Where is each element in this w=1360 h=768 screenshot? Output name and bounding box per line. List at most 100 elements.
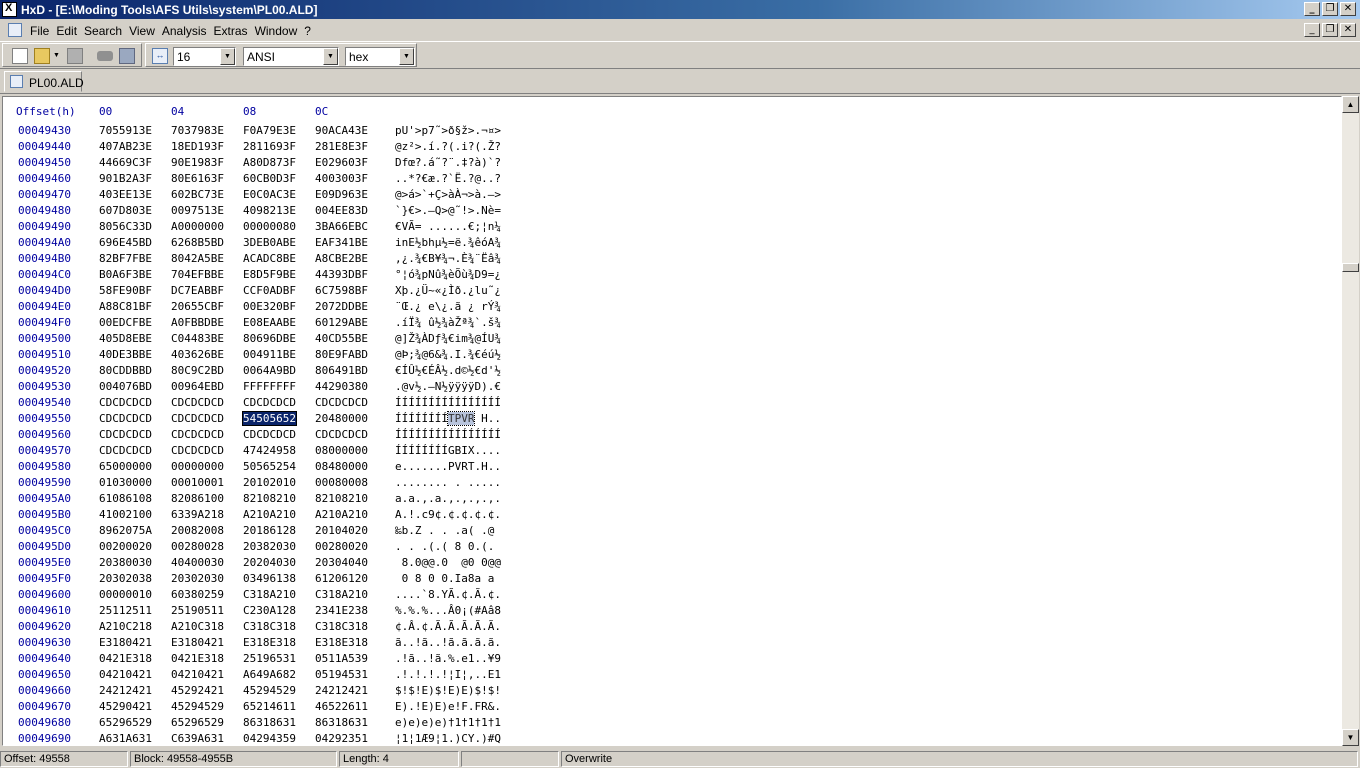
hex-row[interactable]: 00049590 01030000 00010001 20102010 00080008… [3, 476, 1341, 492]
ascii-text[interactable]: @>á>`+Ç>àÀ¬>à.–> [395, 188, 501, 201]
ascii-text[interactable]: `}€>.—Q>@˜!>.Nè= [395, 204, 501, 217]
hex-group[interactable]: 696E45BD [99, 236, 152, 249]
hex-row[interactable]: 000495C0 8962075A 20082008 20186128 20104020… [3, 524, 1341, 540]
open-dropdown-chevron-icon[interactable]: ▼ [53, 48, 61, 64]
scroll-thumb[interactable] [1342, 263, 1359, 272]
hex-group[interactable]: CDCDCDCD [315, 428, 368, 441]
title-bar[interactable]: HxD - [E:\Moding Tools\AFS Utils\system\… [0, 0, 1360, 19]
bytes-per-row-select[interactable]: 16 ▼ [173, 47, 236, 66]
hex-group[interactable]: C639A631 [171, 732, 224, 745]
hex-row[interactable]: 00049570 CDCDCDCD CDCDCDCD 47424958 08000000… [3, 444, 1341, 460]
hex-row[interactable]: 00049430 7055913E 7037983E F0A79E3E 90ACA43E… [3, 124, 1341, 140]
hex-group[interactable]: 40CD55BE [315, 332, 368, 345]
hex-group[interactable]: 405D8EBE [99, 332, 152, 345]
hex-row[interactable]: 000495B0 41002100 6339A218 A210A210 A210A210… [3, 508, 1341, 524]
hex-row[interactable]: 000494D0 58FE90BF DC7EABBF CCF0ADBF 6C7598BF… [3, 284, 1341, 300]
hex-group[interactable]: 6339A218 [171, 508, 224, 521]
hex-group[interactable]: 00200020 [99, 540, 152, 553]
hex-group[interactable]: 04292351 [315, 732, 368, 745]
chevron-down-icon[interactable]: ▼ [323, 48, 338, 65]
hex-group[interactable]: E318E318 [243, 636, 296, 649]
hex-group[interactable]: 004911BE [243, 348, 296, 361]
hex-group[interactable]: 44669C3F [99, 156, 152, 169]
ascii-text[interactable]: °¦ó¾pNû¾èÕù¾D9=¿ [395, 268, 501, 281]
chevron-down-icon[interactable]: ▼ [399, 48, 414, 65]
hex-group[interactable]: CDCDCDCD [171, 428, 224, 441]
hex-group[interactable]: 45292421 [171, 684, 224, 697]
hex-group[interactable]: 18ED193F [171, 140, 224, 153]
hex-group[interactable]: CDCDCDCD [171, 396, 224, 409]
hex-group[interactable]: 20380030 [99, 556, 152, 569]
ascii-text[interactable]: e)e)e)e)†1†1†1†1 [395, 716, 501, 729]
minimize-button[interactable]: _ [1304, 2, 1320, 16]
menu-edit[interactable]: Edit [56, 24, 84, 38]
ascii-text[interactable]: ¢.Â.¢.Ã.Ã.Ã.Ã.Ã. [395, 620, 501, 633]
ascii-text[interactable]: ã..!ã..!ã.ã.ã.ã. [395, 636, 501, 649]
hex-group[interactable]: C230A128 [243, 604, 296, 617]
document-icon[interactable] [8, 23, 22, 37]
hex-group[interactable]: 41002100 [99, 508, 152, 521]
hex-group[interactable]: 24212421 [315, 684, 368, 697]
hex-group[interactable]: FFFFFFFF [243, 380, 296, 393]
hex-group[interactable]: E3180421 [171, 636, 224, 649]
ascii-text[interactable]: Xþ.¿Ü~«¿Ìð.¿lu˜¿ [395, 284, 501, 297]
hex-group[interactable]: 00E320BF [243, 300, 296, 313]
hex-group[interactable]: A210A210 [315, 508, 368, 521]
ascii-text[interactable]: ÍÍÍÍÍÍÍÍTPVR H.. [395, 411, 501, 426]
hex-group[interactable]: E08EAABE [243, 316, 296, 329]
offset-base-select[interactable]: hex ▼ [345, 47, 415, 66]
hex-group[interactable]: A88C81BF [99, 300, 152, 313]
hex-group[interactable]: 82108210 [315, 492, 368, 505]
menu-view[interactable]: View [129, 24, 162, 38]
hex-group[interactable]: 7055913E [99, 124, 152, 137]
hex-group[interactable]: B0A6F3BE [99, 268, 152, 281]
hex-group[interactable]: 6C7598BF [315, 284, 368, 297]
hex-group[interactable]: 45294529 [243, 684, 296, 697]
hex-group[interactable]: 80CDDBBD [99, 364, 152, 377]
ascii-text[interactable]: €ÍÛ½€ÉÂ½.d©½€d'½ [395, 364, 501, 377]
ascii-text[interactable]: ÍÍÍÍÍÍÍÍÍÍÍÍÍÍÍÍ [395, 396, 501, 409]
hex-group[interactable]: C318C318 [315, 620, 368, 633]
hex-group[interactable]: A649A682 [243, 668, 296, 681]
hex-row[interactable]: 00049470 403EE13E 602BC73E E0C0AC3E E09D963E… [3, 188, 1341, 204]
hex-group[interactable]: 65214611 [243, 700, 296, 713]
hex-group[interactable]: 82086100 [171, 492, 224, 505]
hex-row[interactable]: 000495D0 00200020 00280028 20382030 00280020… [3, 540, 1341, 556]
tab-pl00-ald[interactable]: PL00.ALD [4, 71, 84, 92]
hex-group[interactable]: 407AB23E [99, 140, 152, 153]
hex-group[interactable]: 8962075A [99, 524, 152, 537]
hex-group[interactable]: CDCDCDCD [171, 444, 224, 457]
hex-group[interactable]: 0421E318 [99, 652, 152, 665]
hex-group[interactable]: 03496138 [243, 572, 296, 585]
hex-group[interactable]: 4098213E [243, 204, 296, 217]
hex-group[interactable]: 00000080 [243, 220, 296, 233]
hex-row[interactable]: 00049650 04210421 04210421 A649A682 05194531… [3, 668, 1341, 684]
hex-row[interactable]: 00049510 40DE3BBE 403626BE 004911BE 80E9FABD… [3, 348, 1341, 364]
hex-group[interactable]: 20382030 [243, 540, 296, 553]
hex-group[interactable]: 25196531 [243, 652, 296, 665]
hex-group[interactable]: EAF341BE [315, 236, 368, 249]
selected-ascii[interactable]: TPVR [447, 411, 476, 426]
chevron-down-icon[interactable]: ▼ [220, 48, 235, 65]
disk-icon[interactable] [97, 51, 113, 61]
hex-row[interactable]: 00049520 80CDDBBD 80C9C2BD 0064A9BD 806491BD… [3, 364, 1341, 380]
hex-row[interactable]: 00049580 65000000 00000000 50565254 08480000… [3, 460, 1341, 476]
hex-group[interactable]: 65296529 [99, 716, 152, 729]
memory-icon[interactable] [119, 48, 135, 64]
hxd-app-icon[interactable] [2, 2, 17, 17]
menu-help[interactable]: ? [304, 24, 318, 38]
hex-group[interactable]: 0097513E [171, 204, 224, 217]
hex-group[interactable]: 2072DDBE [315, 300, 368, 313]
hex-group[interactable]: 65296529 [171, 716, 224, 729]
ascii-text[interactable]: ¨Œ.¿ e\¿.ã ¿ rÝ¾ [395, 300, 501, 313]
hex-group[interactable]: 0064A9BD [243, 364, 296, 377]
hex-group[interactable]: 24212421 [99, 684, 152, 697]
ascii-text[interactable]: .@v½.–N½ÿÿÿÿD).€ [395, 380, 501, 393]
hex-group[interactable]: 50565254 [243, 460, 296, 473]
hex-group[interactable]: CDCDCDCD [99, 444, 152, 457]
hex-group[interactable]: 8056C33D [99, 220, 152, 233]
ascii-text[interactable]: $!$!E)$!E)E)$!$! [395, 684, 501, 697]
hex-group[interactable]: 61086108 [99, 492, 152, 505]
hex-group[interactable]: 80696DBE [243, 332, 296, 345]
hex-group[interactable]: A0000000 [171, 220, 224, 233]
